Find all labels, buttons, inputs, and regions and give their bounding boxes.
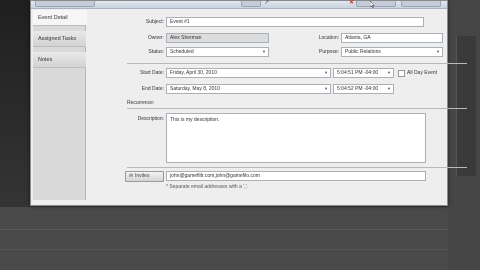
purpose-value: Public Relations [345,49,381,55]
arrow-icon[interactable]: ↗ [264,0,270,6]
event-detail-form: Subject: Event #1 Owner: Alex Sherman Lo… [87,10,467,200]
end-time-value: 5:04:52 PM -04:00 [337,86,379,92]
tab-list: Event Detail Assigned Tasks Notes [33,10,87,200]
start-date-value: Friday, April 30, 2010 [170,70,217,76]
background-panel [456,36,476,176]
dropdown-arrow-icon: ▼ [262,49,266,54]
dropdown-arrow-icon: ▼ [387,86,391,91]
owner-label: Owner: [147,35,164,41]
background-line [0,249,480,250]
toolbar-button[interactable] [356,1,396,7]
background-line [0,229,480,230]
desktop-background-bottom [0,207,480,270]
location-input[interactable]: Atlanta, GA [341,33,443,43]
subject-label: Subject: [145,19,164,25]
window-toolbar: ↗ ✕ [31,0,447,9]
tab-notes[interactable]: Notes [33,52,86,68]
invites-button[interactable]: ✉ Invites [125,171,164,182]
purpose-label: Purpose: [318,49,339,55]
divider [127,167,467,168]
end-date-value: Saturday, May 8, 2010 [170,86,220,92]
description-label: Description: [137,116,164,122]
recurrence-label: Recurrence: [127,100,155,106]
end-date-label: End Date: [141,86,164,92]
status-value: Scheduled [170,49,194,55]
start-date-picker[interactable]: Friday, April 30, 2010 ▼ [166,68,331,78]
close-icon[interactable]: ✕ [349,0,354,6]
all-day-checkbox[interactable] [398,70,405,77]
subject-input[interactable]: Event #1 [166,17,424,27]
description-textarea[interactable]: This is my description. [166,113,426,163]
end-date-picker[interactable]: Saturday, May 8, 2010 ▼ [166,84,331,94]
divider [127,63,467,64]
invite-icon: ✉ [129,173,134,179]
dropdown-arrow-icon: ▼ [324,70,328,75]
owner-field: Alex Sherman [166,33,269,43]
start-time-value: 5:04:51 PM -04:00 [337,70,379,76]
purpose-select[interactable]: Public Relations ▼ [341,47,443,57]
toolbar-button[interactable] [35,1,95,7]
dropdown-arrow-icon: ▼ [436,49,440,54]
location-label: Location: [318,35,339,41]
divider [127,108,467,109]
dropdown-arrow-icon: ▼ [324,86,328,91]
tab-event-detail[interactable]: Event Detail [33,10,87,26]
toolbar-button[interactable] [241,1,261,7]
tab-assigned-tasks[interactable]: Assigned Tasks [33,31,86,47]
status-label: Status: [148,49,164,55]
event-window: ↗ ✕ Event Detail Assigned Tasks Notes Su… [30,0,467,206]
invites-hint: * Separate email addresses with a ','. [166,184,248,190]
invites-input[interactable]: john@gamefiltr.com,john@gamefilo.com [166,171,426,181]
mouse-cursor-icon [370,1,375,8]
toolbar-button[interactable] [401,1,441,7]
end-time-picker[interactable]: 5:04:52 PM -04:00 ▼ [333,84,394,94]
invites-button-label: Invites [135,173,150,179]
status-select[interactable]: Scheduled ▼ [166,47,269,57]
start-date-label: Start Date: [140,70,164,76]
start-time-picker[interactable]: 5:04:51 PM -04:00 ▼ [333,68,394,78]
all-day-label: All Day Event [407,70,438,76]
dropdown-arrow-icon: ▼ [387,70,391,75]
